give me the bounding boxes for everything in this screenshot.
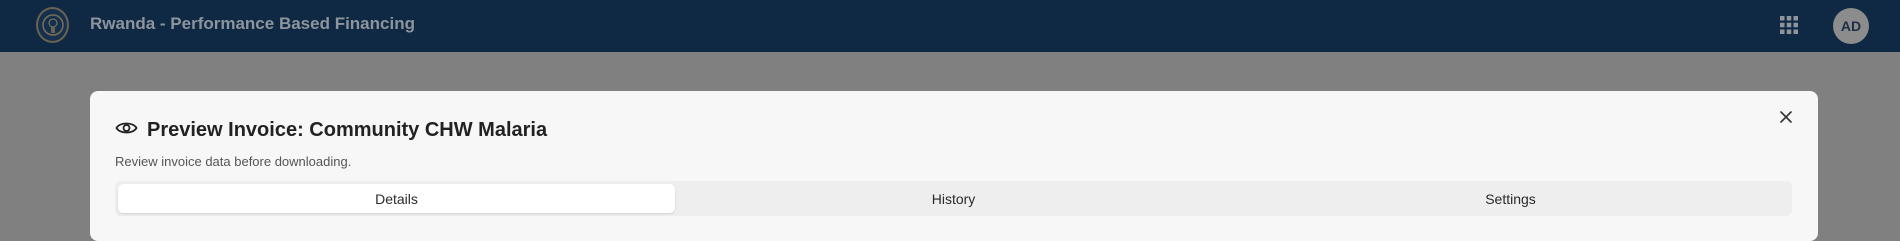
dialog-title-text: Preview Invoice: Community CHW Malaria <box>147 119 548 141</box>
preview-invoice-dialog: Preview Invoice: Community CHW Malaria R… <box>90 91 1818 241</box>
coat-of-arms-logo-icon[interactable] <box>36 7 69 43</box>
app-title[interactable]: Rwanda - Performance Based Financing <box>90 14 415 34</box>
close-icon[interactable] <box>1776 107 1796 127</box>
user-avatar[interactable]: AD <box>1833 8 1869 44</box>
avatar-initials: AD <box>1840 18 1862 34</box>
eye-icon <box>115 120 138 141</box>
dialog-title: Preview Invoice: Community CHW Malaria <box>115 119 547 142</box>
tab-details[interactable]: Details <box>118 184 675 213</box>
dialog-description: Review invoice data before downloading. <box>115 154 352 169</box>
dialog-tabs: Details History Settings <box>115 181 1792 216</box>
tab-settings[interactable]: Settings <box>1232 184 1789 213</box>
top-navigation-bar: Rwanda - Performance Based Financing AD <box>0 0 1900 52</box>
tab-history[interactable]: History <box>675 184 1232 213</box>
apps-grid-icon[interactable] <box>1779 15 1799 35</box>
